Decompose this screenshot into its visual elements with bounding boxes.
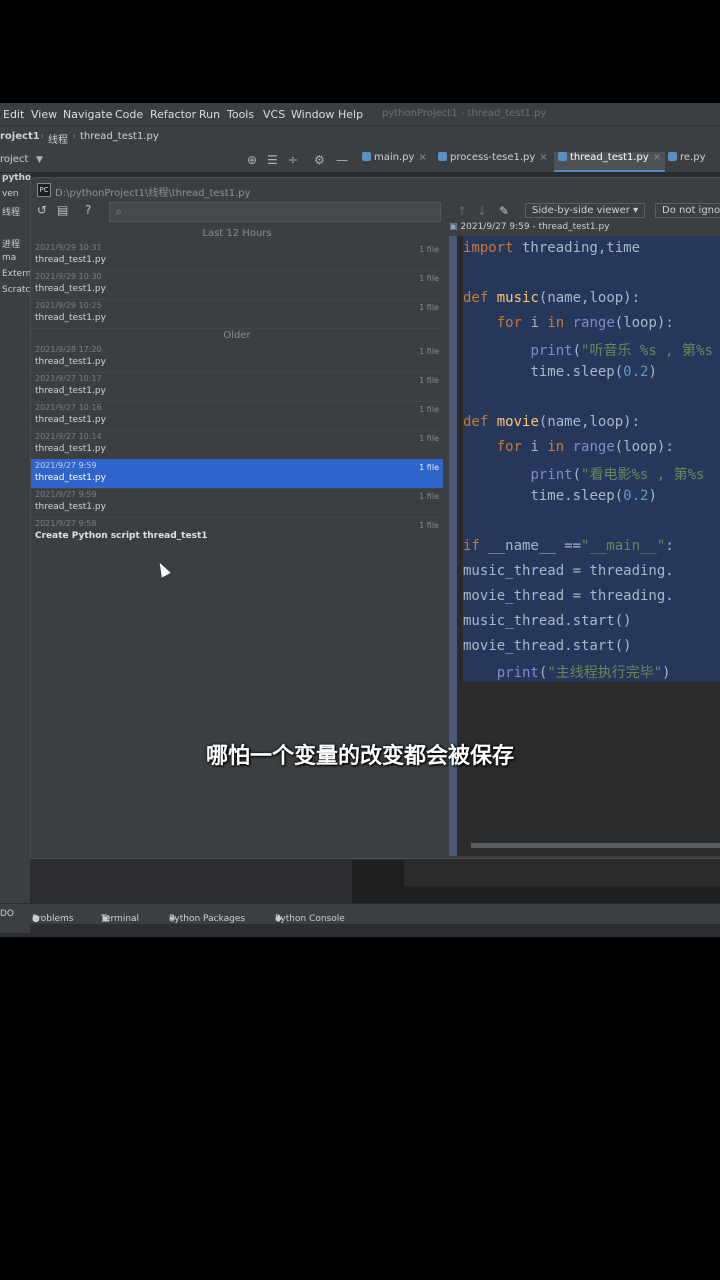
help-icon[interactable]: ? bbox=[85, 203, 91, 217]
chevron-down-icon: ▾ bbox=[633, 205, 639, 216]
tab-thread-test1-py[interactable]: thread_test1.py × bbox=[554, 152, 666, 172]
code-line: time.sleep(0.2) bbox=[530, 488, 657, 504]
project-item[interactable]: pytho bbox=[2, 173, 31, 183]
history-row[interactable]: 2021/9/27 9:58 Create Python script threa… bbox=[31, 517, 443, 546]
breadcrumb-separator-icon: › bbox=[40, 131, 44, 142]
code-line: print("听音乐 %s , 第%s bbox=[530, 343, 713, 359]
edit-icon[interactable]: ✎ bbox=[499, 204, 509, 218]
group-header-recent: Last 12 Hours bbox=[202, 228, 272, 239]
history-row[interactable]: 2021/9/28 17:20 thread_test1.py 1 file bbox=[31, 343, 443, 373]
search-icon: ⌕ bbox=[116, 205, 123, 218]
history-row[interactable]: 2021/9/29 10:30 thread_test1.py 1 file bbox=[31, 270, 443, 300]
tab-main-py[interactable]: main.py × bbox=[362, 152, 427, 170]
arrow-up-icon[interactable]: ↑ bbox=[457, 204, 467, 218]
project-panel: pytho ven 线程 进程 ma Extern Scratc bbox=[0, 173, 31, 933]
project-item[interactable]: Scratc bbox=[2, 285, 30, 295]
code-line: if __name__ =="__main__": bbox=[463, 538, 674, 554]
python-file-icon bbox=[558, 152, 567, 161]
bottom-tool-bar: DO ● Problems ▣ Terminal ◈ Python Packag… bbox=[0, 903, 720, 924]
viewer-select[interactable]: Side-by-side viewer ▾ bbox=[525, 203, 646, 218]
history-row-selected[interactable]: 2021/9/27 9:59 thread_test1.py 1 file bbox=[31, 459, 443, 489]
code-line: for i in range(loop): bbox=[496, 439, 674, 455]
locate-icon[interactable]: ⊕ bbox=[247, 153, 257, 167]
menu-code[interactable]: Code bbox=[115, 108, 143, 121]
python-file-icon bbox=[438, 152, 447, 161]
arrow-down-icon[interactable]: ↓ bbox=[477, 204, 487, 218]
create-patch-icon[interactable]: ▤ bbox=[57, 203, 68, 217]
code-line: movie_thread = threading. bbox=[463, 588, 674, 604]
dropdown-arrow-icon[interactable]: ▼ bbox=[36, 155, 43, 165]
menu-run[interactable]: Run bbox=[199, 108, 220, 121]
history-row[interactable]: 2021/9/27 10:16 thread_test1.py 1 file bbox=[31, 401, 443, 431]
minimize-icon[interactable]: — bbox=[336, 153, 348, 167]
project-item[interactable]: 进程 bbox=[2, 237, 20, 250]
project-view-label[interactable]: roject bbox=[0, 154, 28, 165]
expand-all-icon[interactable]: ☰ bbox=[267, 153, 278, 167]
code-line: movie_thread.start() bbox=[463, 638, 632, 654]
project-item[interactable]: ven bbox=[2, 189, 19, 199]
code-line: print("主线程执行完毕") bbox=[496, 665, 671, 681]
menu-navigate[interactable]: Navigate bbox=[63, 108, 112, 121]
menu-bar: Edit View Navigate Code Refactor Run Too… bbox=[0, 103, 720, 125]
menu-window[interactable]: Window bbox=[291, 108, 334, 121]
history-row[interactable]: 2021/9/27 10:14 thread_test1.py 1 file bbox=[31, 430, 443, 460]
history-row[interactable]: 2021/9/29 10:25 thread_test1.py 1 file bbox=[31, 299, 443, 329]
todo-tab[interactable]: DO bbox=[0, 909, 14, 919]
python-file-icon bbox=[668, 152, 677, 161]
code-line: time.sleep(0.2) bbox=[530, 364, 657, 380]
dialog-title-bar: PC D:\pythonProject1\线程\thread_test1.py bbox=[31, 178, 720, 200]
revert-icon[interactable]: ↺ bbox=[37, 203, 47, 217]
project-item[interactable]: Extern bbox=[2, 269, 31, 279]
code-line: import threading,time bbox=[463, 240, 641, 256]
menu-vcs[interactable]: VCS bbox=[263, 108, 285, 121]
lock-icon: ▣ bbox=[449, 222, 458, 232]
tool-row: roject ▼ ⊕ ☰ ÷ ⚙ — main.py × process-tese… bbox=[0, 148, 720, 173]
code-line: for i in range(loop): bbox=[496, 315, 674, 331]
breadcrumb-project[interactable]: roject1 bbox=[0, 131, 40, 142]
close-icon[interactable]: × bbox=[539, 152, 547, 163]
nav-breadcrumb: roject1 › 线程 › thread_test1.py bbox=[0, 125, 720, 148]
video-subtitle: 哪怕一个变量的改变都会被保存 bbox=[205, 744, 514, 769]
window-title: pythonProject1 - thread_test1.py bbox=[382, 108, 547, 119]
close-icon[interactable]: × bbox=[653, 152, 661, 163]
breadcrumb-file[interactable]: thread_test1.py bbox=[80, 131, 159, 142]
group-header-older: Older bbox=[223, 330, 251, 341]
tab-re-py[interactable]: re.py bbox=[668, 152, 706, 170]
history-row[interactable]: 2021/9/27 9:59 thread_test1.py 1 file bbox=[31, 488, 443, 518]
tab-process-tese1-py[interactable]: process-tese1.py × bbox=[438, 152, 548, 170]
history-row[interactable]: 2021/9/29 10:31 thread_test1.py 1 file bbox=[31, 241, 443, 271]
menu-refactor[interactable]: Refactor bbox=[150, 108, 196, 121]
horizontal-scrollbar[interactable] bbox=[471, 843, 720, 848]
history-row[interactable]: 2021/9/27 10:17 thread_test1.py 1 file bbox=[31, 372, 443, 402]
diff-toolbar: ↑ ↓ ✎ Side-by-side viewer ▾ Do not ignor bbox=[449, 200, 720, 222]
background-panel bbox=[404, 860, 720, 886]
breadcrumb-folder[interactable]: 线程 bbox=[48, 131, 68, 146]
menu-help[interactable]: Help bbox=[338, 108, 363, 121]
dialog-file-path: D:\pythonProject1\线程\thread_test1.py bbox=[55, 188, 251, 199]
history-search-input[interactable]: ⌕ bbox=[109, 202, 441, 222]
close-icon[interactable]: × bbox=[418, 152, 426, 163]
ide-window: Edit View Navigate Code Refactor Run Too… bbox=[0, 103, 720, 937]
code-line: def movie(name,loop): bbox=[463, 414, 641, 430]
ignore-select[interactable]: Do not ignor bbox=[655, 203, 720, 218]
collapse-all-icon[interactable]: ÷ bbox=[288, 153, 298, 167]
code-line: def music(name,loop): bbox=[463, 290, 641, 306]
project-item[interactable]: ma bbox=[2, 253, 16, 263]
code-line: print("看电影%s , 第%s bbox=[530, 467, 705, 483]
code-line: music_thread.start() bbox=[463, 613, 632, 629]
menu-edit[interactable]: Edit bbox=[3, 108, 24, 121]
project-item[interactable]: 线程 bbox=[2, 205, 20, 218]
breadcrumb-separator-icon: › bbox=[72, 131, 76, 142]
gear-icon[interactable]: ⚙ bbox=[314, 153, 325, 167]
code-line: music_thread = threading. bbox=[463, 563, 674, 579]
menu-tools[interactable]: Tools bbox=[227, 108, 254, 121]
diff-header: ▣ 2021/9/27 9:59 - thread_test1.py bbox=[449, 222, 610, 232]
menu-view[interactable]: View bbox=[31, 108, 57, 121]
python-file-icon bbox=[362, 152, 371, 161]
pycharm-logo-icon: PC bbox=[37, 183, 51, 197]
